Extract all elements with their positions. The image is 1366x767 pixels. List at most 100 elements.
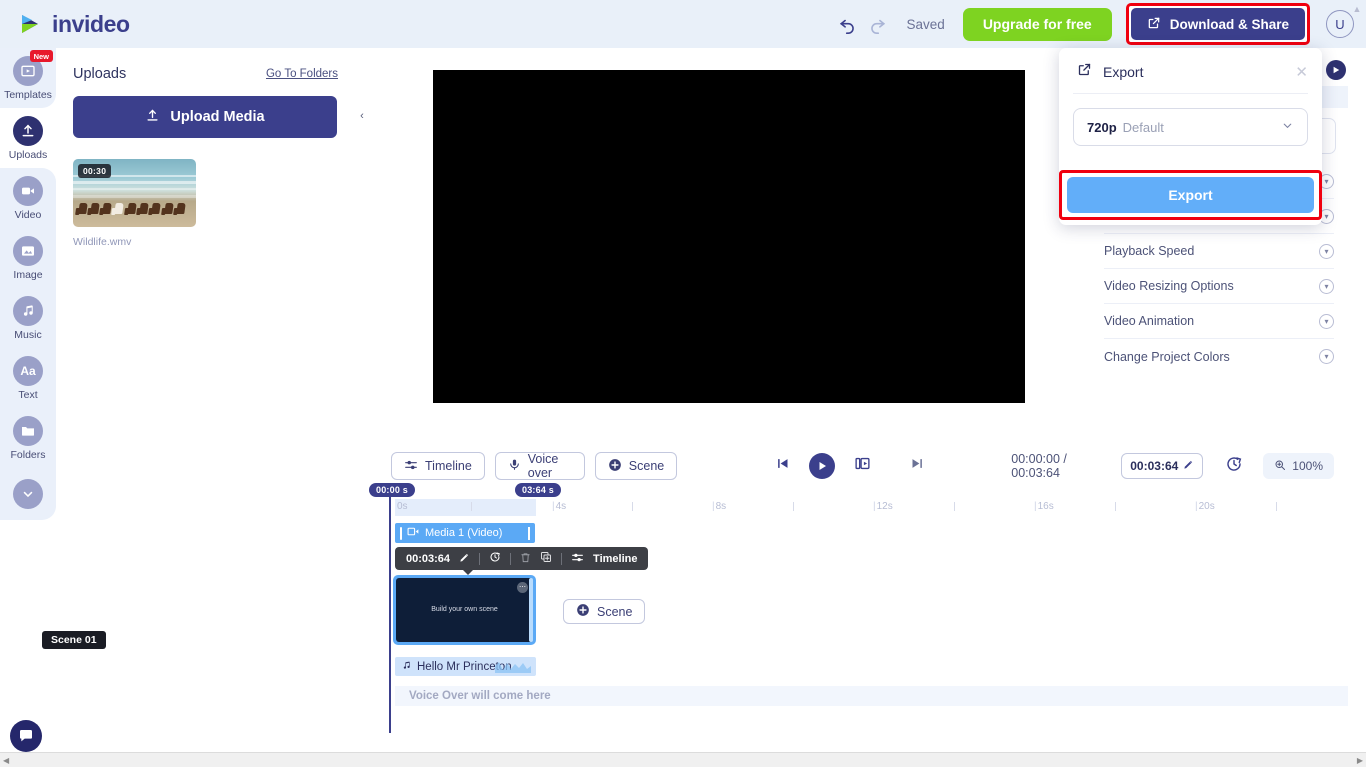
export-button[interactable]: Export [1067, 177, 1314, 213]
timeline-ruler[interactable]: 0s |4s |8s |12s |16s |20s [395, 499, 1348, 516]
top-bar: invideo Saved Upgrade for free Do [0, 0, 1366, 48]
voiceover-track[interactable]: Voice Over will come here [395, 686, 1348, 706]
sidebar-item-templates[interactable]: New Templates [0, 48, 56, 108]
divider [1073, 93, 1308, 94]
video-camera-icon [407, 526, 420, 540]
property-row-video-animation[interactable]: Video Animation ▾ [1104, 304, 1334, 339]
duration-value: 00:03:64 [1130, 459, 1178, 473]
sidebar-item-folders[interactable]: Folders [0, 408, 56, 468]
add-scene-button[interactable]: Scene [563, 599, 645, 624]
scroll-left-arrow[interactable]: ◀ [0, 756, 12, 765]
undo-button[interactable] [833, 9, 863, 39]
chevron-down-icon[interactable]: ▾ [1319, 349, 1334, 364]
chevron-down-icon [13, 479, 43, 509]
scene-handle-right[interactable] [529, 578, 533, 642]
plus-circle-icon [608, 458, 622, 475]
more-dots-icon[interactable]: ⋯ [517, 582, 528, 593]
zoom-in-icon [1274, 459, 1286, 474]
sidebar-more-button[interactable] [0, 468, 56, 520]
invideo-logo-icon [18, 11, 44, 37]
go-to-folders-link[interactable]: Go To Folders [266, 68, 338, 80]
music-track-clip[interactable]: Hello Mr Princeton [395, 657, 536, 676]
ruler-tick-20s: 20s [1199, 501, 1215, 512]
clip-handle-left[interactable] [400, 527, 402, 540]
panel-bottom-strip [56, 737, 354, 752]
sidebar-item-text[interactable]: Aa Text [0, 348, 56, 408]
play-button[interactable] [809, 453, 835, 479]
scene-thumbnail: ⋯ Build your own scene [396, 578, 533, 642]
property-row-playback-speed[interactable]: Playback Speed ▾ [1104, 234, 1334, 269]
clip-handle-right[interactable] [528, 527, 530, 540]
scene-label: Scene 01 [42, 631, 106, 649]
export-popup-header: Export ✕ [1059, 48, 1322, 82]
sidebar-label-image: Image [13, 269, 42, 281]
sidebar-item-music[interactable]: Music [0, 288, 56, 348]
history-icon[interactable] [1225, 455, 1243, 478]
ruler-tick-12s: 12s [877, 501, 893, 512]
scroll-up-arrow[interactable]: ▲ [1350, 2, 1364, 16]
property-row-video-resizing-options[interactable]: Video Resizing Options ▾ [1104, 269, 1334, 304]
media-thumbnail[interactable]: 00:30 [73, 159, 196, 227]
playhead[interactable] [389, 497, 391, 733]
media-track-label: Media 1 (Video) [425, 527, 502, 539]
saved-status: Saved [907, 17, 945, 32]
timeline-mode-button[interactable]: Timeline [391, 452, 485, 480]
collapse-panel-button[interactable]: ‹ [354, 95, 370, 137]
sidebar-item-image[interactable]: Image [0, 228, 56, 288]
sidebar-item-uploads[interactable]: Uploads [0, 108, 56, 168]
scene-clip[interactable]: ⋯ Build your own scene [393, 575, 536, 645]
page-title: Uploads [73, 66, 126, 82]
chevron-down-icon[interactable]: ▾ [1319, 314, 1334, 329]
chevron-down-icon[interactable]: ▾ [1319, 279, 1334, 294]
split-scene-icon[interactable] [854, 455, 871, 477]
skip-next-icon[interactable] [910, 456, 925, 476]
media-filename: Wildlife.wmv [73, 236, 196, 248]
history-icon[interactable] [489, 551, 501, 566]
property-label: Playback Speed [1104, 244, 1194, 258]
chevron-down-icon[interactable]: ▾ [1319, 244, 1334, 259]
horizontal-scrollbar[interactable]: ◀ ▶ [0, 752, 1366, 767]
ruler-tick-8s: 8s [716, 501, 727, 512]
brand-logo[interactable]: invideo [18, 11, 130, 38]
export-popup-title: Export [1103, 64, 1143, 80]
download-share-button[interactable]: Download & Share [1131, 8, 1305, 40]
pencil-icon[interactable] [1183, 459, 1194, 473]
upload-media-button[interactable]: Upload Media [73, 96, 337, 138]
close-icon[interactable]: ✕ [1295, 63, 1308, 81]
redo-button[interactable] [863, 9, 893, 39]
voice-over-button[interactable]: Voice over [495, 452, 585, 480]
chevron-left-icon: ‹ [360, 110, 364, 122]
resolution-note: Default [1123, 120, 1164, 135]
media-item[interactable]: 00:30 Wildlife.wmv [73, 159, 196, 248]
scroll-right-arrow[interactable]: ▶ [1354, 756, 1366, 765]
download-share-label: Download & Share [1170, 17, 1289, 32]
media-track-clip[interactable]: Media 1 (Video) [395, 523, 535, 543]
sidebar-item-video[interactable]: Video [0, 168, 56, 228]
ruler-tick-16s: 16s [1038, 501, 1054, 512]
clip-timeline-label: Timeline [593, 553, 637, 565]
clip-duration: 00:03:64 [406, 553, 450, 565]
brand-name: invideo [52, 11, 130, 38]
duplicate-icon[interactable] [540, 551, 552, 566]
video-preview[interactable] [433, 70, 1025, 403]
property-label: Change Project Colors [1104, 350, 1230, 364]
chat-bubble-icon[interactable] [10, 720, 42, 752]
property-row-change-project-colors[interactable]: Change Project Colors ▾ [1104, 339, 1334, 374]
ruler-tick-4s: 4s [556, 501, 567, 512]
music-note-icon [13, 296, 43, 326]
add-scene-toolbar-button[interactable]: Scene [595, 452, 677, 480]
timeline-mode-label: Timeline [425, 459, 472, 473]
trash-icon[interactable] [520, 552, 531, 566]
upload-media-label: Upload Media [170, 109, 264, 125]
zoom-control[interactable]: 100% [1263, 453, 1334, 479]
preview-play-button[interactable] [1326, 60, 1346, 80]
resolution-select[interactable]: 720p Default [1073, 108, 1308, 146]
property-label: Video Animation [1104, 314, 1194, 328]
sidebar-label-uploads: Uploads [9, 149, 48, 161]
skip-previous-icon[interactable] [775, 456, 790, 476]
zoom-level-label: 100% [1292, 459, 1323, 473]
pencil-icon[interactable] [459, 552, 470, 566]
duration-input[interactable]: 00:03:64 [1121, 453, 1203, 479]
upgrade-button[interactable]: Upgrade for free [963, 8, 1112, 41]
sidebar-label-video: Video [15, 209, 42, 221]
